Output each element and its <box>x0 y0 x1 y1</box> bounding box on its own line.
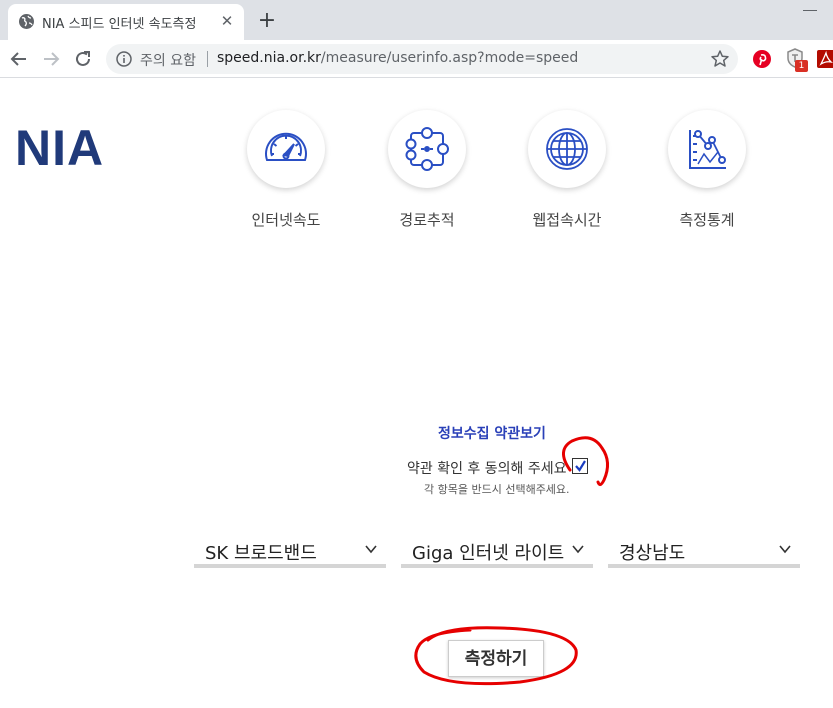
menu-item-internet-speed[interactable]: 인터넷속도 <box>221 110 351 235</box>
menu-icon-circle <box>388 110 466 188</box>
product-select[interactable]: Giga 인터넷 라이트 <box>401 535 593 568</box>
url-host: speed.nia.or.kr <box>217 50 321 66</box>
agree-label: 약관 확인 후 동의해 주세요 <box>407 461 567 477</box>
browser-tab[interactable]: NIA 스피드 인터넷 속도측정 ✕ <box>8 4 244 40</box>
menu-icon-circle <box>668 110 746 188</box>
menu-icon-circle <box>247 110 325 188</box>
star-icon[interactable] <box>710 49 730 69</box>
pinterest-icon[interactable] <box>752 49 772 69</box>
measure-button[interactable]: 측정하기 <box>448 640 544 677</box>
security-label[interactable]: 주의 요함 <box>140 50 196 70</box>
chevron-down-icon <box>365 545 377 554</box>
reload-icon[interactable] <box>72 48 94 70</box>
agree-checkbox[interactable] <box>572 458 588 474</box>
chevron-down-icon <box>572 545 584 554</box>
menu-item-route-trace[interactable]: 경로추적 <box>362 110 492 235</box>
tab-title: NIA 스피드 인터넷 속도측정 <box>42 17 197 32</box>
chevron-down-icon <box>779 545 791 554</box>
checkmark-icon <box>575 460 586 472</box>
forward-icon[interactable] <box>40 48 62 70</box>
menu-label: 인터넷속도 <box>251 211 321 229</box>
speedometer-icon <box>265 132 307 161</box>
tab-strip: NIA 스피드 인터넷 속도측정 ✕ + <box>0 0 833 40</box>
route-icon <box>405 127 449 171</box>
region-select[interactable]: 경상남도 <box>608 535 800 568</box>
annotation-overlay <box>414 436 609 686</box>
info-icon[interactable] <box>116 51 132 67</box>
browser-toolbar: 주의 요함 speed.nia.or.kr/measure/userinfo.a… <box>0 40 833 78</box>
menu-item-statistics[interactable]: 측정통계 <box>642 110 772 235</box>
select-value: Giga 인터넷 라이트 <box>412 543 565 564</box>
minimize-icon[interactable] <box>803 10 817 11</box>
isp-select[interactable]: SK 브로드밴드 <box>194 535 386 568</box>
select-value: SK 브로드밴드 <box>205 543 317 564</box>
url-path: /measure/userinfo.asp?mode=speed <box>320 50 579 66</box>
address-bar[interactable]: 주의 요함 speed.nia.or.kr/measure/userinfo.a… <box>106 44 738 74</box>
menu-icon-circle <box>528 110 606 188</box>
extension-badge: 1 <box>795 60 808 72</box>
new-tab-button[interactable]: + <box>256 10 278 32</box>
statistics-icon <box>689 130 726 169</box>
shield-extension-icon[interactable]: 1 <box>786 48 808 72</box>
nia-logo[interactable]: NIA <box>15 122 104 174</box>
pdf-extension-icon[interactable] <box>816 49 833 69</box>
terms-link[interactable]: 정보수집 약관보기 <box>438 423 546 443</box>
menu-item-web-access-time[interactable]: 웹접속시간 <box>502 110 632 235</box>
address-separator <box>207 51 208 67</box>
globe-grid-icon <box>546 128 588 170</box>
notice-text: 각 항목을 반드시 선택해주세요. <box>424 483 570 496</box>
tab-close-icon[interactable]: ✕ <box>218 12 236 30</box>
globe-icon <box>19 14 34 29</box>
select-value: 경상남도 <box>619 543 686 564</box>
back-icon[interactable] <box>8 48 30 70</box>
menu-label: 경로추적 <box>399 211 455 229</box>
menu-label: 측정통계 <box>679 211 735 229</box>
url-text[interactable]: speed.nia.or.kr/measure/userinfo.asp?mod… <box>217 50 578 66</box>
menu-label: 웹접속시간 <box>532 211 602 229</box>
